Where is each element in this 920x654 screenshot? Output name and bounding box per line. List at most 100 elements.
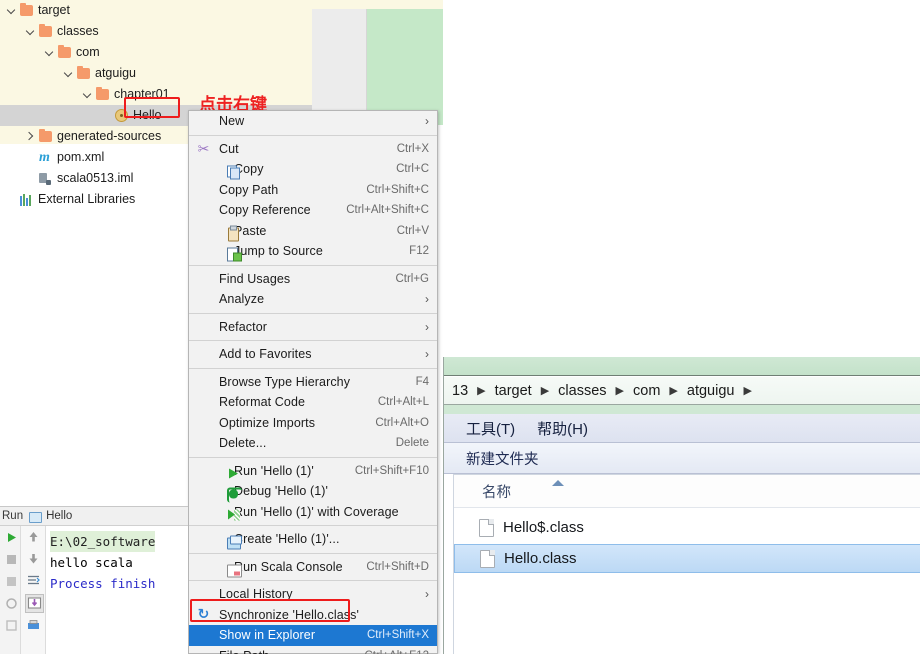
scroll-down-icon[interactable] [26, 551, 43, 568]
menu-item-optimize-imports[interactable]: Optimize Imports Ctrl+Alt+O [189, 413, 437, 434]
chevron-down-icon[interactable] [63, 68, 74, 79]
tree-item-label: atguigu [95, 66, 137, 81]
folder-icon [77, 65, 90, 79]
chevron-down-icon[interactable] [82, 89, 93, 100]
new-folder-button[interactable]: 新建文件夹 [466, 448, 539, 469]
menu-item-find-usages[interactable]: Find Usages Ctrl+G [189, 269, 437, 290]
menu-item-browse-type-hierarchy[interactable]: Browse Type Hierarchy F4 [189, 372, 437, 393]
breadcrumb-segment[interactable]: atguigu [687, 383, 735, 399]
run-tab-bar[interactable]: Run Hello [0, 507, 188, 526]
tree-item-label: generated-sources [57, 129, 162, 144]
menu-item-new[interactable]: New › [189, 111, 437, 132]
menu-item-create-hello-1[interactable]: Create 'Hello (1)'... [189, 529, 437, 550]
tree-item-label: chapter01 [114, 87, 170, 102]
run-tool-window: Run Hello E:\02_software hello scala Pro… [0, 506, 188, 654]
menu-item-label: Run 'Hello (1)' with Coverage [234, 504, 399, 519]
context-menu[interactable]: New › ✂ Cut Ctrl+X Copy Ctrl+C Copy Path Ctrl+Sh… [188, 110, 438, 654]
column-header-row[interactable]: 名称 [454, 475, 920, 508]
menu-item-add-to-favorites[interactable]: Add to Favorites › [189, 344, 437, 365]
close-tab-icon[interactable] [4, 618, 21, 635]
stop-icon[interactable] [4, 552, 21, 569]
scala-class-icon [115, 109, 128, 122]
menu-item-shortcut: Ctrl+Shift+D [366, 560, 429, 573]
editor-gutter-top-strip [312, 0, 367, 9]
menu-item-label: Delete... [219, 436, 267, 451]
breadcrumb-arrow-icon[interactable]: ▶ [541, 384, 549, 397]
submenu-arrow-icon: › [425, 347, 429, 362]
file-list-item[interactable]: Hello.class [454, 544, 920, 573]
chevron-down-icon[interactable] [6, 5, 17, 16]
breadcrumb-segment[interactable]: com [633, 383, 660, 399]
menu-item-debug-hello-1[interactable]: Debug 'Hello (1)' [189, 481, 437, 503]
breadcrumb-segment[interactable]: target [495, 383, 532, 399]
breadcrumb-arrow-icon[interactable]: ▶ [669, 384, 677, 397]
resume-icon[interactable] [4, 574, 21, 591]
menu-item-jump-to-source[interactable]: Jump to Source F12 [189, 241, 437, 262]
menu-item-paste[interactable]: Paste Ctrl+V [189, 221, 437, 241]
menu-item-analyze[interactable]: Analyze › [189, 289, 437, 310]
menu-item-run-scala-console[interactable]: Run Scala Console Ctrl+Shift+D [189, 557, 437, 577]
menu-item-label: Create 'Hello (1)'... [234, 532, 340, 547]
menu-item-copy-path[interactable]: Copy Path Ctrl+Shift+C [189, 180, 437, 201]
run-toolbar-console[interactable] [21, 526, 46, 654]
breadcrumb-arrow-icon[interactable]: ▶ [477, 384, 485, 397]
menu-item-copy[interactable]: Copy Ctrl+C [189, 159, 437, 180]
chevron-down-icon[interactable] [44, 47, 55, 58]
menu-item-copy-reference[interactable]: Copy Reference Ctrl+Alt+Shift+C [189, 200, 437, 221]
console-line-text: E:\02_software [50, 531, 156, 552]
scroll-to-end-icon[interactable] [25, 594, 44, 613]
menu-item-cut[interactable]: ✂ Cut Ctrl+X [189, 139, 437, 160]
menu-item-local-history[interactable]: Local History › [189, 584, 437, 605]
menu-item-run-hello-1-with-coverage[interactable]: Run 'Hello (1)' with Coverage [189, 502, 437, 523]
tree-item-atguigu[interactable]: atguigu [0, 63, 312, 84]
file-name-label: Hello.class [504, 550, 577, 567]
jump-to-source-icon [226, 247, 242, 262]
menu-separator [189, 580, 437, 581]
menu-item-delete[interactable]: Delete... Delete [189, 433, 437, 454]
soft-wrap-icon[interactable] [26, 573, 43, 590]
tree-item-label: pom.xml [57, 150, 105, 165]
breadcrumb-arrow-icon[interactable]: ▶ [616, 384, 624, 397]
editor-gutter: 10 [312, 0, 367, 125]
breadcrumb-segment[interactable]: classes [558, 383, 606, 399]
menu-item-synchronize-hello-class[interactable]: ↻ Synchronize 'Hello.class' [189, 605, 437, 626]
menu-item-reformat-code[interactable]: Reformat Code Ctrl+Alt+L [189, 392, 437, 413]
menu-item-run-hello-1[interactable]: Run 'Hello (1)' Ctrl+Shift+F10 [189, 461, 437, 482]
menu-item-label: Find Usages [219, 271, 291, 286]
menu-item-refactor[interactable]: Refactor › [189, 317, 437, 338]
maven-icon: m [39, 149, 50, 165]
rerun-icon[interactable] [4, 530, 21, 547]
menu-item-file-path[interactable]: File Path Ctrl+Alt+F12 [189, 646, 437, 654]
run-config-icon [29, 511, 43, 523]
explorer-command-bar[interactable]: 新建文件夹 [444, 443, 920, 474]
menu-item-show-in-explorer[interactable]: Show in Explorer Ctrl+Shift+X [189, 625, 437, 646]
menu-item-label: Cut [219, 141, 239, 156]
print-icon[interactable] [26, 618, 43, 635]
menu-item-label: Reformat Code [219, 395, 306, 410]
tree-item-target[interactable]: target [0, 0, 312, 21]
explorer-menu-tools[interactable]: 工具(T) [466, 418, 515, 439]
file-list-item[interactable]: Hello$.class [454, 513, 920, 542]
pin-tab-icon[interactable] [4, 596, 21, 613]
menu-separator [189, 340, 437, 341]
sync-icon: ↻ [197, 606, 210, 623]
address-bar-breadcrumb[interactable]: 13 ▶ target ▶ classes ▶ com ▶ atguigu ▶ [444, 377, 920, 405]
explorer-menu-bar[interactable]: 工具(T) 帮助(H) [444, 414, 920, 443]
breadcrumb-segment[interactable]: 13 [452, 383, 468, 399]
menu-item-shortcut: Ctrl+Alt+L [377, 396, 429, 409]
explorer-menu-help[interactable]: 帮助(H) [537, 418, 588, 439]
chevron-down-icon[interactable] [25, 26, 36, 37]
console-line: Process finish [50, 573, 188, 594]
tree-item-com[interactable]: com [0, 42, 312, 63]
breadcrumb-arrow-icon[interactable]: ▶ [743, 384, 751, 397]
submenu-arrow-icon: › [425, 114, 429, 129]
column-header-name[interactable]: 名称 [482, 481, 511, 502]
file-list[interactable]: 名称 Hello$.class Hello.class [453, 474, 920, 654]
scroll-up-icon[interactable] [26, 529, 43, 546]
chevron-right-icon[interactable] [25, 131, 36, 142]
tree-item-classes[interactable]: classes [0, 21, 312, 42]
menu-separator [189, 367, 437, 369]
tree-item-label: scala0513.iml [57, 171, 134, 186]
run-toolbar-left[interactable] [0, 526, 21, 654]
editor-code-area[interactable] [367, 0, 443, 125]
